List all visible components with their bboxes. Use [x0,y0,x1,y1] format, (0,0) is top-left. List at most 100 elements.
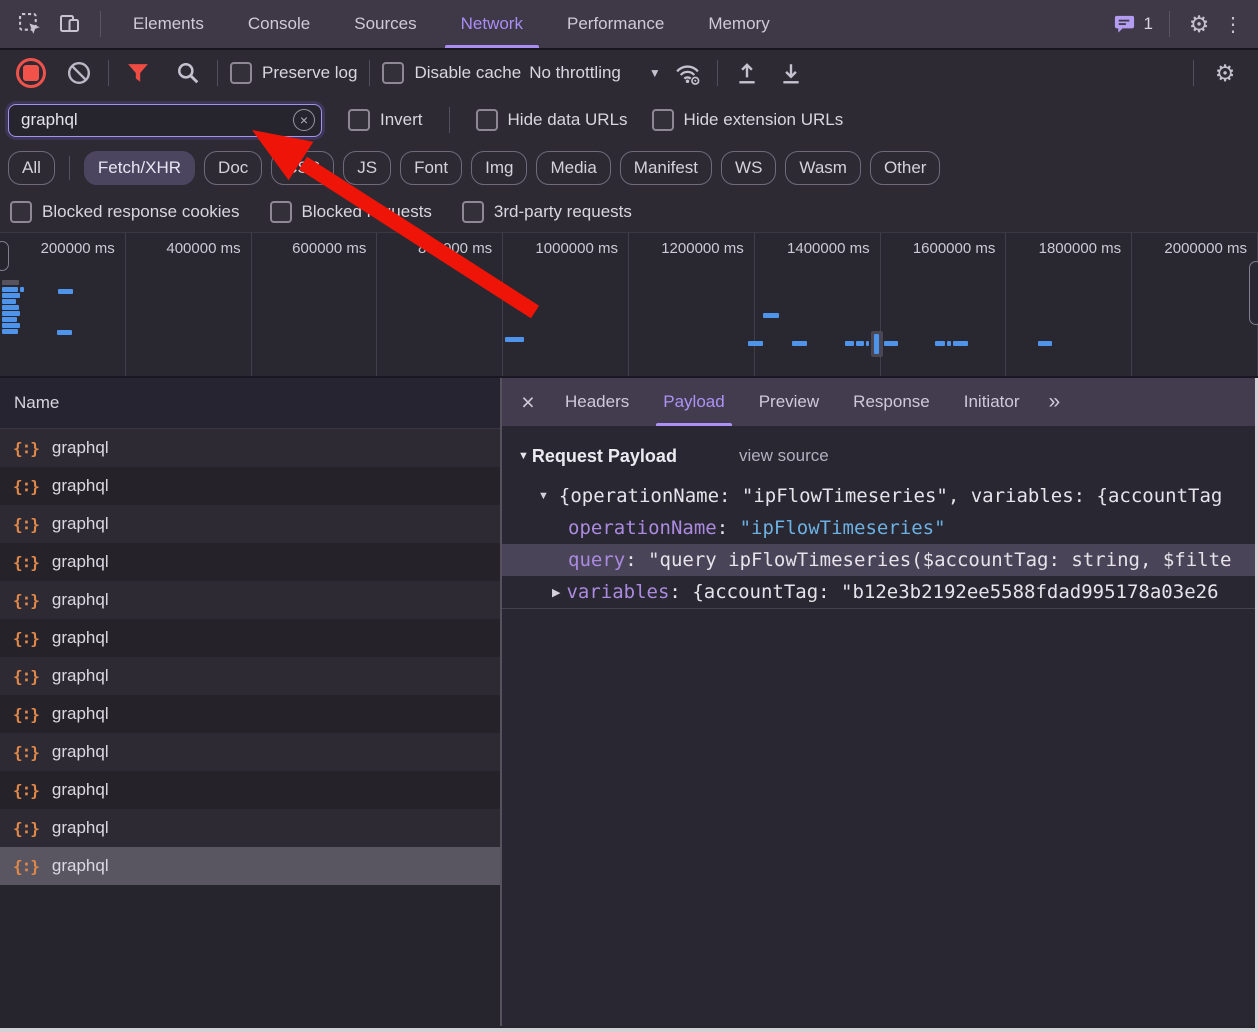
network-overview-timeline[interactable]: 200000 ms400000 ms600000 ms800000 ms1000… [0,232,1258,378]
gear-icon: ⚙ [1215,60,1236,87]
request-row[interactable]: {∶}graphql [0,543,500,581]
request-name: graphql [52,818,109,838]
search-button[interactable] [171,56,205,90]
request-timeline-bar [2,287,18,292]
tab-label: Network [461,14,523,34]
hide-extension-urls-toggle[interactable]: Hide extension URLs [652,109,844,131]
request-name: graphql [52,552,109,572]
settings-button[interactable]: ⚙ [1180,0,1218,48]
request-row[interactable]: {∶}graphql [0,581,500,619]
close-detail-button[interactable]: × [508,378,548,426]
request-timeline-bar [57,330,72,335]
invert-filter-toggle[interactable]: Invert [348,109,423,131]
tab-console[interactable]: Console [226,0,332,48]
type-chip-other[interactable]: Other [870,151,941,185]
detail-tab-preview[interactable]: Preview [742,378,836,426]
network-settings-button[interactable]: ⚙ [1206,60,1244,87]
detail-tab-initiator[interactable]: Initiator [947,378,1037,426]
tab-network[interactable]: Network [439,0,545,48]
name-column-label: Name [14,393,59,413]
main-menu-button[interactable]: ⋮ [1218,0,1248,48]
request-row[interactable]: {∶}graphql [0,505,500,543]
export-har-button[interactable] [774,56,808,90]
inspect-element-button[interactable] [10,0,50,48]
import-har-button[interactable] [730,56,764,90]
blocked-requests-toggle[interactable]: Blocked requests [270,201,432,223]
request-row[interactable]: {∶}graphql [0,657,500,695]
type-chip-wasm[interactable]: Wasm [785,151,861,185]
tab-label: Elements [133,14,204,34]
record-icon [16,58,46,88]
type-chip-css[interactable]: CSS [271,151,334,185]
type-chip-manifest[interactable]: Manifest [620,151,712,185]
payload-entry[interactable]: operationName: "ipFlowTimeseries" [502,512,1258,544]
tab-label: Console [248,14,310,34]
filter-input[interactable] [19,109,293,131]
name-column-header[interactable]: Name [0,378,500,429]
payload-colon: : [625,549,648,571]
checkbox [230,62,252,84]
tab-performance[interactable]: Performance [545,0,686,48]
request-row[interactable]: {∶}graphql [0,467,500,505]
request-row[interactable]: {∶}graphql [0,809,500,847]
record-network-log-button[interactable] [14,56,48,90]
request-row[interactable]: {∶}graphql [0,695,500,733]
type-chip-all[interactable]: All [8,151,55,185]
divider [449,107,450,133]
clear-filter-button[interactable]: × [293,109,315,131]
more-tabs-button[interactable]: » [1036,378,1072,426]
preserve-log-toggle[interactable]: Preserve log [230,62,357,84]
throttling-select[interactable]: No throttling ▼ [529,63,661,83]
detail-tab-payload[interactable]: Payload [646,378,741,426]
type-chip-img[interactable]: Img [471,151,527,185]
type-chip-fetch-xhr[interactable]: Fetch/XHR [84,151,195,185]
checkbox [348,109,370,131]
resource-type-filters: All Fetch/XHR Doc CSS JS Font Img Media Manifes… [0,144,1258,191]
network-conditions-button[interactable] [671,56,705,90]
request-row[interactable]: {∶}graphql [0,429,500,467]
json-icon: {∶} [13,743,39,762]
timeline-right-grip[interactable] [1249,261,1258,325]
advanced-filters-row: Blocked response cookies Blocked requests… [0,191,1258,232]
tab-memory[interactable]: Memory [686,0,791,48]
payload-entry[interactable]: ▶variables: {accountTag: "b12e3b2192ee55… [502,576,1258,608]
request-row[interactable]: {∶}graphql [0,771,500,809]
type-chip-media[interactable]: Media [536,151,610,185]
issues-counter[interactable]: 1 [1107,0,1159,48]
devtools-tabs: Elements Console Sources Network Performance… [111,0,792,48]
payload-root-node[interactable]: ▼ {operationName: "ipFlowTimeseries", va… [502,480,1258,512]
request-timeline-bar [874,334,879,354]
request-payload-section[interactable]: ▼ Request Payload view source [502,441,1258,471]
request-row[interactable]: {∶}graphql [0,733,500,771]
type-chip-doc[interactable]: Doc [204,151,262,185]
request-timeline-bar [2,329,18,334]
payload-colon: : [669,581,692,603]
tab-sources[interactable]: Sources [332,0,438,48]
timeline-left-grip[interactable] [0,241,9,271]
type-chip-js[interactable]: JS [343,151,391,185]
json-icon: {∶} [13,705,39,724]
detail-tab-label: Payload [663,392,724,412]
type-chip-font[interactable]: Font [400,151,462,185]
filter-toggle-button[interactable] [121,56,155,90]
request-row[interactable]: {∶}graphql [0,847,500,885]
section-title: Request Payload [532,446,677,467]
device-toolbar-button[interactable] [50,0,90,48]
request-row[interactable]: {∶}graphql [0,619,500,657]
request-timeline-bar [2,311,20,316]
clear-network-log-button[interactable] [62,56,96,90]
disable-cache-toggle[interactable]: Disable cache [382,62,521,84]
tab-elements[interactable]: Elements [111,0,226,48]
payload-value: {accountTag: "b12e3b2192ee5588fdad995178… [692,581,1218,603]
3rd-party-requests-toggle[interactable]: 3rd-party requests [462,201,632,223]
hide-data-urls-toggle[interactable]: Hide data URLs [476,109,628,131]
payload-entry[interactable]: query: "query ipFlowTimeseries($accountT… [502,544,1258,576]
request-detail-panel: × Headers Payload PreviewResponseInitiator… [502,378,1258,1026]
detail-tab-headers[interactable]: Headers [548,378,646,426]
clear-filter-icon: × [300,113,308,127]
detail-tab-response[interactable]: Response [836,378,947,426]
view-source-link[interactable]: view source [739,446,829,466]
payload-value: "ipFlowTimeseries" [740,517,946,539]
type-chip-ws[interactable]: WS [721,151,776,185]
blocked-response-cookies-toggle[interactable]: Blocked response cookies [10,201,240,223]
